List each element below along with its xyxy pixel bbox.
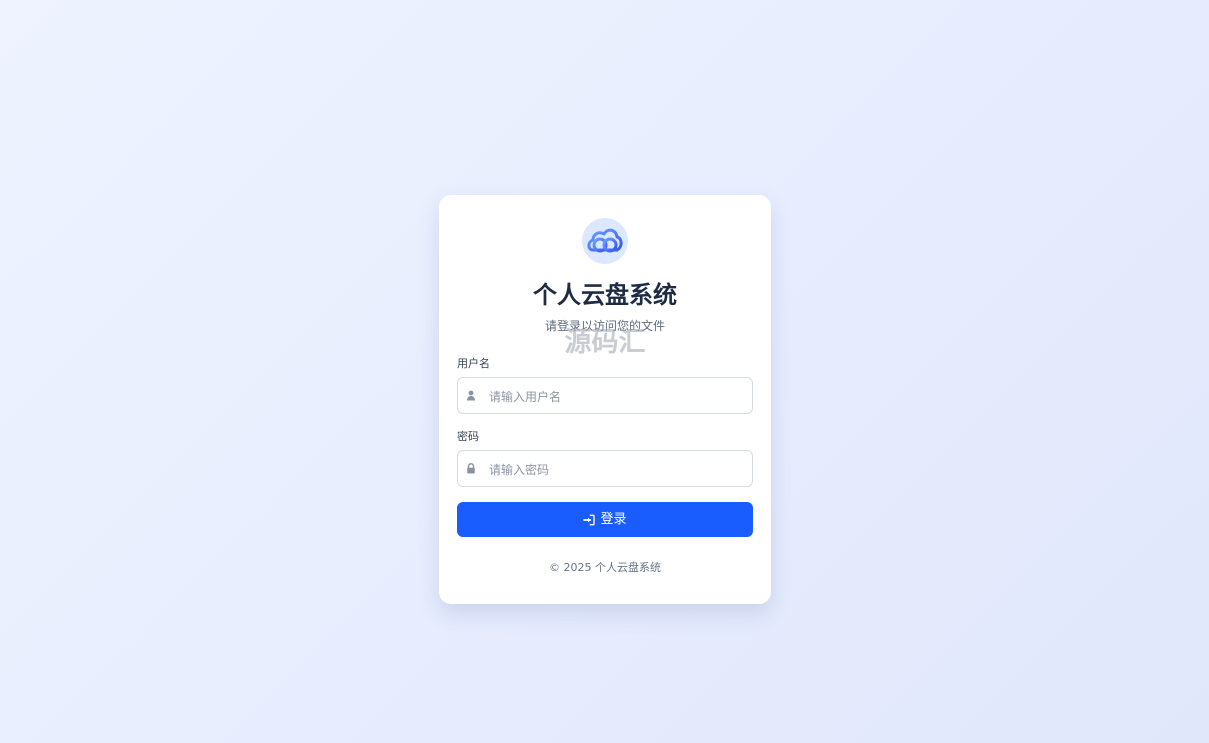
login-subtitle: 请登录以访问您的文件 bbox=[544, 319, 665, 333]
sign-in-icon bbox=[583, 514, 596, 525]
app-title: 个人云盘系统 bbox=[533, 281, 677, 309]
login-button[interactable]: 登录 bbox=[457, 502, 753, 537]
copyright-footer: © 2025 个人云盘系统 bbox=[549, 561, 661, 574]
username-field-wrapper bbox=[457, 377, 753, 415]
username-label: 用户名 bbox=[457, 357, 490, 370]
password-input[interactable] bbox=[487, 451, 749, 488]
login-card: 个人云盘系统 请登录以访问您的文件 源码汇 用户名 密码 登录 © 2025 个… bbox=[439, 195, 771, 604]
username-input[interactable] bbox=[487, 378, 749, 415]
password-label: 密码 bbox=[457, 430, 479, 443]
cloud-logo-icon bbox=[582, 218, 628, 264]
login-button-label: 登录 bbox=[600, 512, 627, 527]
password-field-wrapper bbox=[457, 450, 753, 488]
user-icon bbox=[467, 390, 475, 401]
lock-icon bbox=[467, 463, 475, 474]
